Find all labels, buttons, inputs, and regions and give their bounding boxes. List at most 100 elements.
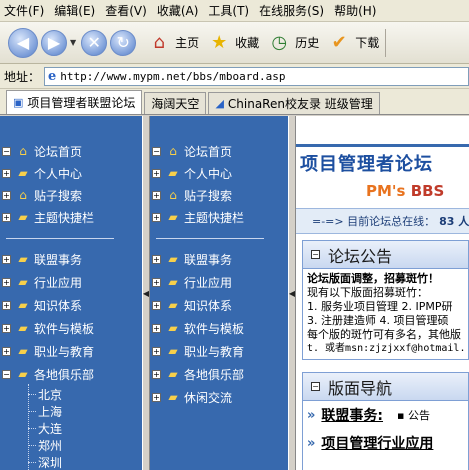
sidebar-item-software[interactable]: + ▰ 软件与模板 [152,319,244,337]
back-button[interactable]: ◀ [8,27,38,58]
favorites-button[interactable]: ★ 收藏 [207,31,259,55]
sidebar-item-career[interactable]: + ▰ 职业与教育 [152,342,244,360]
sidebar-item-search[interactable]: + ⌂ 贴子搜索 [2,186,82,204]
expand-icon[interactable]: + [152,212,161,222]
expand-icon[interactable]: + [2,346,11,356]
collapse-icon[interactable]: − [152,146,161,156]
expand-icon[interactable]: + [2,254,11,264]
collapse-arrow-icon[interactable]: ◀ [143,289,149,298]
sidebar-item-search[interactable]: + ⌂ 贴子搜索 [152,186,232,204]
forward-button[interactable]: ▶ [41,29,67,56]
page-icon: e [48,68,57,84]
stop-button[interactable]: ✕ [81,29,108,56]
sidebar-subitem-dalian[interactable]: 大连 [38,420,62,437]
collapse-arrow-icon[interactable]: ◀ [289,289,295,298]
menu-file[interactable]: 文件(F) [4,2,44,19]
menu-tools[interactable]: 工具(T) [208,2,249,19]
sidebar-item-label: 休闲交流 [184,390,233,405]
notice-line: 每个版的斑竹可有多名，其他版 [307,328,461,341]
expand-icon[interactable]: + [152,168,161,178]
sidebar-item-alliance[interactable]: + ▰ 联盟事务 [152,250,232,268]
tab-forum[interactable]: ▣ 项目管理者联盟论坛 [6,90,143,114]
sidebar-item-knowledge[interactable]: + ▰ 知识体系 [152,296,232,314]
expand-icon[interactable]: + [152,392,161,402]
sidebar-item-label: 行业应用 [34,275,83,290]
sidebar-item-home[interactable]: − ⌂ 论坛首页 [152,142,232,160]
sidebar-item-shortcut[interactable]: + ▰ 主题快捷栏 [2,208,94,226]
tab-label: 海阔天空 [151,97,200,111]
notice-line[interactable]: 论坛版面调整，招募斑竹！ [307,272,464,286]
home-button[interactable]: ⌂ 主页 [147,31,199,55]
folder-icon: ▰ [18,210,28,224]
refresh-button[interactable]: ↻ [110,29,137,56]
notice-panel: − 论坛公告 论坛版面调整，招募斑竹！ 现有以下版面招募斑竹： 1. 服务业项目… [302,240,469,360]
sidebar-item-label: 各地俱乐部 [184,367,245,382]
sidebar-item-personal[interactable]: + ▰ 个人中心 [2,164,82,182]
sidebar-item-industry[interactable]: + ▰ 行业应用 [152,273,232,291]
sidebar-item-knowledge[interactable]: + ▰ 知识体系 [2,296,82,314]
expand-icon[interactable]: + [2,168,11,178]
forward-dropdown-icon[interactable]: ▼ [70,38,76,47]
expand-icon[interactable]: + [2,323,11,333]
expand-icon[interactable]: + [152,277,161,287]
folder-icon: ▰ [18,275,28,289]
sidebar-item-personal[interactable]: + ▰ 个人中心 [152,164,232,182]
expand-icon[interactable]: + [152,346,161,356]
expand-icon[interactable]: + [152,300,161,310]
expand-icon[interactable]: + [2,212,11,222]
sidebar-subitem-beijing[interactable]: 北京 [38,386,62,403]
section-link[interactable]: 联盟事务: [321,405,383,425]
expand-icon[interactable]: + [2,277,11,287]
sidebar-item-shortcut[interactable]: + ▰ 主题快捷栏 [152,208,244,226]
collapse-icon[interactable]: − [2,146,11,156]
expand-icon[interactable]: + [152,254,161,264]
online-status-label: =-=> 目前论坛总在线： [312,215,436,228]
menu-online-services[interactable]: 在线服务(S) [259,2,324,19]
tab-bar: ▣ 项目管理者联盟论坛 海阔天空 ◢ ChinaRen校友录 班级管理 [0,89,469,115]
back-arrow-icon: ◀ [16,33,30,52]
sidebar-item-home[interactable]: − ⌂ 论坛首页 [2,142,82,160]
address-input[interactable]: e http://www.mypm.net/bbs/mboard.asp [44,66,469,86]
expand-icon[interactable]: + [2,300,11,310]
sidebar-item-industry[interactable]: + ▰ 行业应用 [2,273,82,291]
expand-icon[interactable]: + [2,190,11,200]
frame-splitter[interactable]: ◀ [142,116,150,470]
history-button[interactable]: ◷ 历史 [267,31,319,55]
sidebar-item-clubs[interactable]: + ▰ 各地俱乐部 [152,365,244,383]
menu-view[interactable]: 查看(V) [105,2,147,19]
tab-chinaren[interactable]: ◢ ChinaRen校友录 班级管理 [208,92,380,114]
tab-haikuotiankong[interactable]: 海阔天空 [144,92,207,114]
sidebar-item-clubs[interactable]: − ▰ 各地俱乐部 [2,365,94,383]
expand-icon[interactable]: + [152,323,161,333]
expand-icon[interactable]: + [152,190,161,200]
menu-edit[interactable]: 编辑(E) [54,2,95,19]
frame-splitter[interactable]: ◀ [288,116,296,470]
section-row-industry[interactable]: » 项目管理行业应用 [303,429,468,457]
sidebar-item-label: 贴子搜索 [34,188,83,203]
sidebar-item-alliance[interactable]: + ▰ 联盟事务 [2,250,82,268]
collapse-icon[interactable]: − [311,382,320,391]
notice-line: 现有以下版面招募斑竹： [307,286,428,299]
forum-header: 项目管理者论坛 PM's BBS [296,116,469,206]
sidebar-subitem-shanghai[interactable]: 上海 [38,403,62,420]
sidebar-item-label: 个人中心 [34,166,83,181]
section-note[interactable]: ▪ 公告 [397,407,430,423]
site-logo: PM's BBS [366,182,444,200]
sidebar-item-software[interactable]: + ▰ 软件与模板 [2,319,94,337]
menu-favorites[interactable]: 收藏(A) [157,2,199,19]
notice-panel-header[interactable]: − 论坛公告 [303,241,468,269]
sidebar-subitem-shenzhen[interactable]: 深圳 [38,454,62,470]
download-button[interactable]: ✔ 下载 [327,31,380,55]
sidebar-item-leisure[interactable]: + ▰ 休闲交流 [152,388,232,406]
section-row-alliance[interactable]: » 联盟事务: ▪ 公告 [303,401,468,429]
menu-help[interactable]: 帮助(H) [334,2,376,19]
sidebar-item-career[interactable]: + ▰ 职业与教育 [2,342,94,360]
section-link[interactable]: 项目管理行业应用 [321,433,433,453]
collapse-icon[interactable]: − [2,369,11,379]
sidebar-subitem-zhengzhou[interactable]: 郑州 [38,437,62,454]
expand-icon[interactable]: + [152,369,161,379]
menu-bar: 文件(F) 编辑(E) 查看(V) 收藏(A) 工具(T) 在线服务(S) 帮助… [0,0,469,22]
collapse-icon[interactable]: − [311,250,320,259]
section-nav-title: 版面导航 [328,378,393,398]
section-nav-header[interactable]: − 版面导航 [303,373,468,401]
